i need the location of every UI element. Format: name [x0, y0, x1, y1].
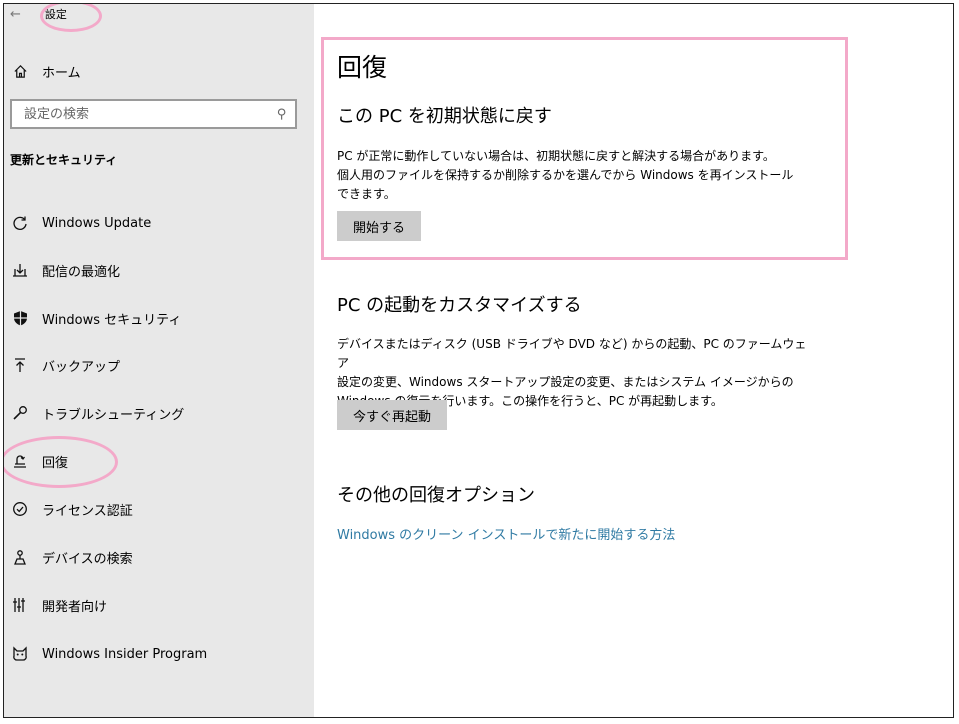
sidebar-item-label: Windows Update — [42, 215, 152, 231]
sidebar-item-label: ライセンス認証 — [42, 503, 133, 519]
advanced-startup-heading: PC の起動をカスタマイズする — [337, 295, 582, 316]
sidebar-item-label: 配信の最適化 — [42, 264, 121, 280]
wrench-icon — [10, 405, 30, 421]
window-title: 設定 — [44, 8, 67, 21]
sidebar-item-find-device[interactable]: デバイスの検索 — [10, 544, 133, 570]
insider-icon — [10, 646, 30, 662]
sidebar: ← 設定 ホーム ⚲ 更新とセキュリティ Windows Update 配信の最 — [4, 4, 314, 717]
section-title: 更新とセキュリティ — [10, 153, 118, 167]
sidebar-item-activation[interactable]: ライセンス認証 — [10, 496, 133, 522]
sidebar-item-label: デバイスの検索 — [42, 551, 133, 567]
search-icon[interactable]: ⚲ — [277, 107, 287, 122]
reset-pc-heading: この PC を初期状態に戻す — [337, 106, 552, 127]
sidebar-item-label: ホーム — [42, 65, 81, 81]
clean-install-link[interactable]: Windows のクリーン インストールで新たに開始する方法 — [337, 524, 675, 543]
reset-pc-description: PC が正常に動作していない場合は、初期状態に戻すと解決する場合があります。 個… — [337, 149, 794, 201]
search-box[interactable]: ⚲ — [10, 99, 297, 129]
delivery-icon — [10, 262, 30, 278]
find-device-icon — [10, 549, 30, 565]
home-icon — [10, 64, 30, 79]
sidebar-item-home[interactable]: ホーム — [10, 58, 81, 84]
page-title: 回復 — [337, 53, 388, 82]
settings-window: ← 設定 ホーム ⚲ 更新とセキュリティ Windows Update 配信の最 — [3, 3, 954, 718]
search-input[interactable] — [22, 105, 278, 123]
sidebar-item-label: バックアップ — [42, 359, 121, 375]
sidebar-item-label: 回復 — [42, 455, 69, 471]
more-recovery-options-heading: その他の回復オプション — [337, 485, 535, 506]
sidebar-item-delivery-optimization[interactable]: 配信の最適化 — [10, 257, 120, 283]
shield-icon — [10, 310, 30, 326]
recovery-icon — [10, 453, 30, 469]
check-circle-icon — [10, 501, 30, 517]
sidebar-item-backup[interactable]: バックアップ — [10, 352, 120, 378]
sidebar-item-recovery[interactable]: 回復 — [10, 448, 68, 474]
back-arrow-icon[interactable]: ← — [10, 7, 21, 22]
get-started-button[interactable]: 開始する — [337, 211, 422, 241]
restart-now-button[interactable]: 今すぐ再起動 — [337, 400, 448, 430]
sidebar-item-troubleshoot[interactable]: トラブルシューティング — [10, 400, 184, 426]
sidebar-item-windows-security[interactable]: Windows セキュリティ — [10, 305, 181, 331]
backup-icon — [10, 357, 30, 373]
title-bar: ← 設定 — [10, 4, 67, 24]
refresh-icon — [10, 215, 30, 231]
sidebar-item-label: Windows セキュリティ — [42, 312, 182, 328]
sidebar-item-label: Windows Insider Program — [42, 646, 208, 662]
sidebar-item-label: トラブルシューティング — [42, 407, 185, 423]
sidebar-item-label: 開発者向け — [42, 599, 108, 615]
sidebar-item-insider-program[interactable]: Windows Insider Program — [10, 641, 207, 667]
main-content: 回復 この PC を初期状態に戻す PC が正常に動作していない場合は、初期状態… — [314, 4, 953, 717]
sidebar-item-developers[interactable]: 開発者向け — [10, 592, 107, 618]
developer-icon — [10, 597, 30, 613]
sidebar-item-windows-update[interactable]: Windows Update — [10, 210, 151, 236]
